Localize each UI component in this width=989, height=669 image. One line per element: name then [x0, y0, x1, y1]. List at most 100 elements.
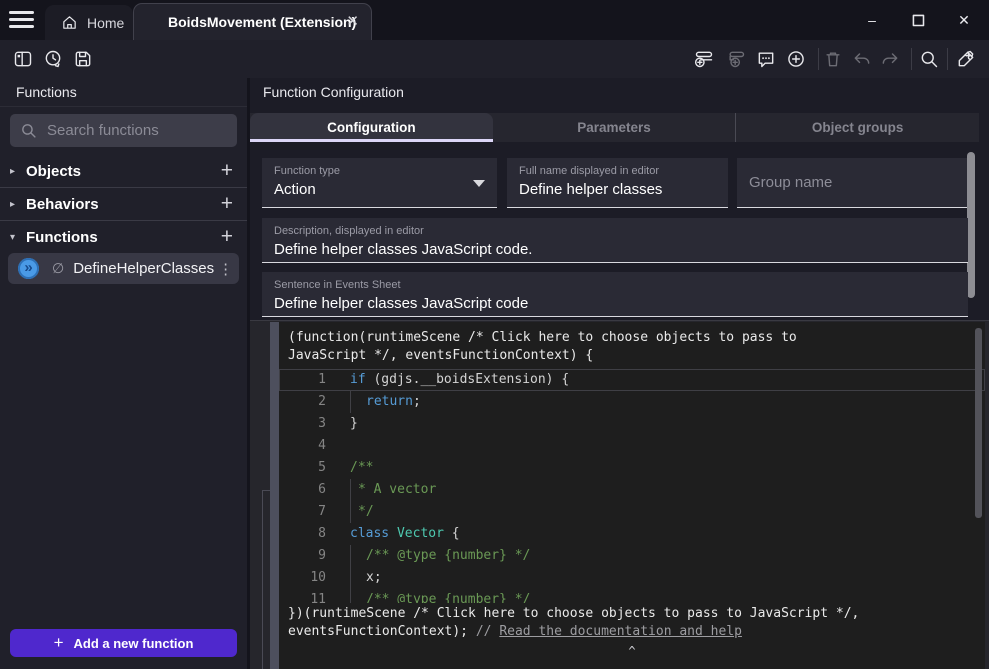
function-icon: » [18, 258, 39, 279]
add-subevent-icon[interactable] [726, 49, 746, 69]
events-sheet: (function(runtimeScene /* Click here to … [250, 320, 989, 669]
code-line[interactable]: 9 /** @type {number} */ [279, 545, 985, 567]
chevron-right-icon: ▸ [10, 199, 24, 210]
code-line[interactable]: 6* A vector [279, 479, 985, 501]
search-functions-input[interactable] [47, 122, 227, 139]
code-header-line1: (function(runtimeScene /* Click here to … [288, 330, 797, 345]
code-line[interactable]: 8class Vector { [279, 523, 985, 545]
code-line[interactable]: 7*/ [279, 501, 985, 523]
tab-close-icon[interactable]: ✕ [346, 12, 359, 30]
toolbar: Preview Share [0, 40, 989, 78]
section-label: Behaviors [26, 196, 221, 213]
home-icon [61, 14, 78, 31]
code-editor[interactable]: (function(runtimeScene /* Click here to … [279, 322, 985, 669]
tab-configuration[interactable]: Configuration [250, 113, 493, 142]
close-button[interactable]: ✕ [953, 9, 975, 31]
maximize-button[interactable] [907, 9, 929, 31]
function-type-value: Action [274, 181, 485, 198]
functions-sidebar: Functions ▸ Objects + ▸ Behaviors + ▾ Fu… [0, 78, 247, 669]
function-item-definehelperclasses[interactable]: » ∅ DefineHelperClasses ⋮ [8, 253, 239, 284]
chevron-down-icon: ▾ [10, 232, 24, 243]
add-comment-icon[interactable] [756, 49, 776, 69]
line-number: 1 [279, 369, 326, 391]
add-function-icon[interactable]: + [221, 227, 233, 247]
tab-home-label: Home [87, 15, 124, 31]
tab-active-label: BoidsMovement (Extension) [168, 14, 356, 30]
full-name-field[interactable]: Full name displayed in editor [507, 158, 728, 208]
scrollbar-thumb[interactable] [967, 152, 975, 298]
search-functions-box[interactable] [10, 114, 237, 147]
edit-extension-icon[interactable] [956, 49, 976, 69]
documentation-link[interactable]: Read the documentation and help [499, 624, 742, 639]
function-item-label: DefineHelperClasses [73, 260, 214, 277]
code-footer-line1: })(runtimeScene /* Click here to choose … [288, 606, 859, 621]
dropdown-arrow-icon [473, 180, 485, 187]
code-line[interactable]: 5/** [279, 457, 985, 479]
tab-boidsmovement[interactable]: BoidsMovement (Extension) ✕ [133, 3, 372, 40]
add-circle-icon[interactable] [786, 49, 806, 69]
group-name-field[interactable] [737, 158, 968, 208]
undo-icon[interactable] [852, 49, 872, 69]
code-line[interactable]: 3} [279, 413, 985, 435]
add-event-icon[interactable] [694, 49, 714, 69]
event-outline [262, 490, 263, 669]
description-field[interactable]: Description, displayed in editor [262, 218, 968, 263]
code-lines[interactable]: 1 if (gdjs.__boidsExtension) {2return;3}4… [279, 369, 985, 609]
config-scrollbar[interactable] [967, 150, 975, 325]
code-footer-comment: // [476, 624, 499, 639]
item-menu-icon[interactable]: ⋮ [214, 260, 237, 278]
field-label: Description, displayed in editor [274, 225, 956, 237]
field-label: Function type [274, 165, 485, 177]
scrollbar-thumb[interactable] [975, 328, 982, 518]
tab-home[interactable]: Home [45, 5, 133, 40]
main-menu-icon[interactable] [9, 11, 34, 29]
js-event-handle[interactable] [270, 322, 279, 669]
tab-parameters[interactable]: Parameters [493, 113, 736, 142]
plus-icon: + [54, 633, 64, 653]
sentence-field[interactable]: Sentence in Events Sheet [262, 272, 968, 317]
panel-title: Function Configuration [250, 78, 989, 107]
sidebar-section-functions[interactable]: ▾ Functions + [0, 221, 247, 253]
function-type-select[interactable]: Function type Action [262, 158, 497, 208]
code-scrollbar[interactable] [975, 328, 982, 528]
line-number: 5 [279, 457, 326, 479]
field-label: Full name displayed in editor [519, 165, 716, 177]
redo-icon[interactable] [880, 49, 900, 69]
code-text: /** @type {number} */ [350, 545, 985, 567]
sidebar-section-objects[interactable]: ▸ Objects + [0, 155, 247, 187]
history-icon[interactable] [43, 49, 63, 69]
minimize-button[interactable]: – [861, 9, 883, 31]
line-number: 8 [279, 523, 326, 545]
search-icon [20, 122, 37, 139]
code-text: if (gdjs.__boidsExtension) { [350, 369, 985, 391]
full-name-input[interactable] [519, 181, 716, 198]
code-line[interactable]: 2return; [279, 391, 985, 413]
window-tab-bar: Home BoidsMovement (Extension) ✕ – ✕ [0, 0, 989, 40]
delete-icon[interactable] [823, 49, 843, 69]
code-text: */ [350, 501, 985, 523]
code-line[interactable]: 4 [279, 435, 985, 457]
sentence-input[interactable] [274, 295, 956, 312]
sidebar-section-behaviors[interactable]: ▸ Behaviors + [0, 188, 247, 220]
add-behavior-icon[interactable]: + [221, 194, 233, 214]
maximize-icon [907, 9, 929, 31]
search-icon[interactable] [919, 49, 939, 69]
tab-label: Object groups [812, 120, 904, 135]
add-object-icon[interactable]: + [221, 161, 233, 181]
panels-layout-icon[interactable] [13, 49, 33, 69]
code-header-line2: JavaScript */, eventsFunctionContext) { [288, 348, 593, 363]
code-line[interactable]: 10x; [279, 567, 985, 589]
code-line[interactable]: 1 if (gdjs.__boidsExtension) { [279, 369, 985, 391]
section-label: Objects [26, 163, 221, 180]
tab-object-groups[interactable]: Object groups [735, 113, 979, 142]
line-number: 9 [279, 545, 326, 567]
description-input[interactable] [274, 241, 956, 258]
tab-label: Parameters [577, 120, 651, 135]
add-new-function-button[interactable]: + Add a new function [10, 629, 237, 657]
code-text: return; [350, 391, 985, 413]
code-wrapper-header[interactable]: (function(runtimeScene /* Click here to … [279, 322, 985, 367]
toolbar-divider [911, 48, 912, 70]
save-icon[interactable] [73, 49, 93, 69]
group-name-input[interactable] [749, 174, 956, 191]
code-text: x; [350, 567, 985, 589]
